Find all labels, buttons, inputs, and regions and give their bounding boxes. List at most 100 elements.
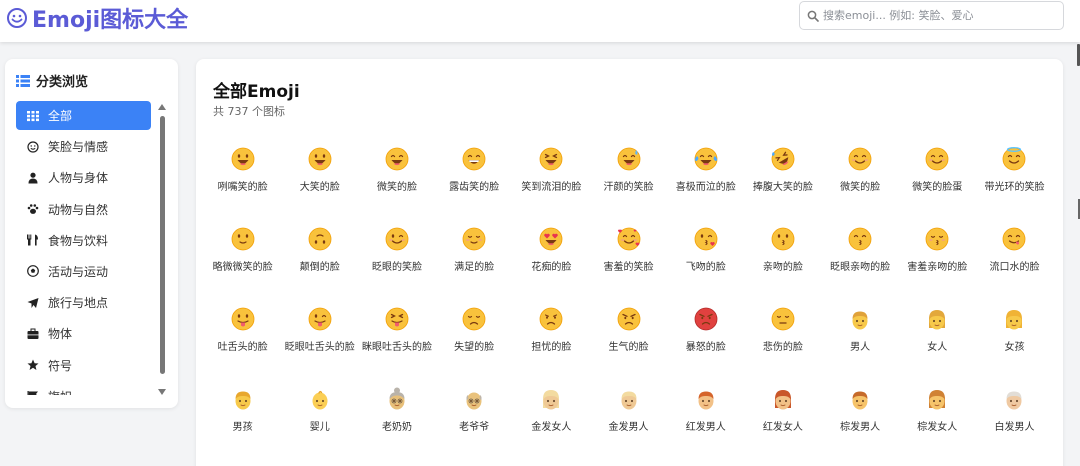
emoji-item[interactable]: 喜极而泣的脸 bbox=[667, 147, 744, 227]
emoji-item[interactable]: 花痴的脸 bbox=[513, 227, 590, 307]
sidebar-item[interactable]: 符号 bbox=[16, 351, 151, 380]
emoji-item[interactable]: 带光环的笑脸 bbox=[976, 147, 1053, 227]
emoji-item[interactable]: 害羞亲吻的脸 bbox=[899, 227, 976, 307]
utensils-icon bbox=[27, 234, 38, 246]
emoji-label: 男人 bbox=[850, 342, 871, 353]
emoji-item[interactable]: 颠倒的脸 bbox=[281, 227, 358, 307]
emoji-item[interactable]: 微笑的脸 bbox=[358, 147, 435, 227]
slightly-smiling-face-icon bbox=[231, 227, 254, 251]
emoji-item[interactable]: 微笑的脸 bbox=[822, 147, 899, 227]
emoji-item[interactable]: 眯眼吐舌头的脸 bbox=[358, 307, 435, 387]
face-with-tongue-icon bbox=[231, 307, 254, 331]
emoji-label: 满足的脸 bbox=[454, 262, 495, 273]
emoji-label: 男孩 bbox=[232, 422, 253, 433]
sidebar-item[interactable]: 动物与自然 bbox=[16, 195, 151, 224]
emoji-item[interactable]: 微笑的脸蛋 bbox=[899, 147, 976, 227]
sidebar-item[interactable]: 食物与饮料 bbox=[16, 226, 151, 255]
emoji-label: 微笑的脸 bbox=[376, 182, 417, 193]
emoji-label: 眯眼吐舌头的脸 bbox=[361, 342, 432, 353]
emoji-item[interactable]: 眨眼亲吻的脸 bbox=[822, 227, 899, 307]
sidebar-item-label: 笑脸与情感 bbox=[48, 140, 109, 155]
boy-icon bbox=[235, 391, 251, 410]
disappointed-face-icon bbox=[462, 307, 486, 331]
emoji-item[interactable]: 害羞的笑脸 bbox=[590, 227, 667, 307]
emoji-item[interactable]: 生气的脸 bbox=[590, 307, 667, 387]
emoji-item[interactable]: 满足的脸 bbox=[436, 227, 513, 307]
emoji-item[interactable]: 失望的脸 bbox=[436, 307, 513, 387]
blond-woman-icon bbox=[543, 390, 560, 410]
emoji-item[interactable]: 笑到流泪的脸 bbox=[513, 147, 590, 227]
face-blowing-kiss-icon bbox=[694, 227, 718, 251]
emoji-item[interactable]: 棕发女人 bbox=[899, 387, 976, 466]
emoji-item[interactable]: 男孩 bbox=[204, 387, 281, 466]
brown-haired-woman-icon bbox=[929, 390, 946, 410]
emoji-item[interactable]: 亲吻的脸 bbox=[744, 227, 821, 307]
sidebar-item[interactable]: 人物与身体 bbox=[16, 163, 151, 192]
emoji-item[interactable]: 红发女人 bbox=[744, 387, 821, 466]
heart-eyes-face-icon bbox=[539, 227, 563, 251]
site-logo[interactable]: Emoji图标大全 bbox=[6, 4, 188, 33]
emoji-item[interactable]: 白发男人 bbox=[976, 387, 1053, 466]
emoji-label: 悲伤的脸 bbox=[762, 342, 803, 353]
emoji-item[interactable]: 略微微笑的脸 bbox=[204, 227, 281, 307]
sidebar-item[interactable]: 物体 bbox=[16, 319, 151, 348]
emoji-item[interactable]: 流口水的脸 bbox=[976, 227, 1053, 307]
emoji-item[interactable]: 金发男人 bbox=[590, 387, 667, 466]
emoji-label: 女人 bbox=[927, 342, 948, 353]
sidebar-item[interactable]: 活动与运动 bbox=[16, 257, 151, 286]
emoji-item[interactable]: 老奶奶 bbox=[358, 387, 435, 466]
winking-face-icon bbox=[385, 227, 409, 251]
emoji-item[interactable]: 捧腹大笑的脸 bbox=[744, 147, 821, 227]
grinning-face-smiling-eyes-icon bbox=[385, 147, 409, 171]
scroll-up-arrow[interactable] bbox=[158, 104, 166, 110]
plane-icon bbox=[27, 297, 39, 308]
emoji-label: 眨眼的笑脸 bbox=[371, 262, 422, 273]
emoji-item[interactable]: 金发女人 bbox=[513, 387, 590, 466]
search-icon bbox=[807, 10, 819, 22]
emoji-item[interactable]: 咧嘴笑的脸 bbox=[204, 147, 281, 227]
emoji-item[interactable]: 担忧的脸 bbox=[513, 307, 590, 387]
emoji-item[interactable]: 吐舌头的脸 bbox=[204, 307, 281, 387]
sidebar-item[interactable]: 旅行与地点 bbox=[16, 288, 151, 317]
emoji-item[interactable]: 红发男人 bbox=[667, 387, 744, 466]
emoji-item[interactable]: 眨眼吐舌头的脸 bbox=[281, 307, 358, 387]
red-haired-man-icon bbox=[698, 391, 714, 410]
sidebar-item[interactable]: 旗帜 bbox=[16, 382, 151, 395]
blond-man-icon bbox=[621, 391, 637, 410]
emoji-label: 吐舌头的脸 bbox=[217, 342, 268, 353]
search-box[interactable] bbox=[799, 1, 1064, 30]
sidebar-item[interactable]: 笑脸与情感 bbox=[16, 132, 151, 161]
beaming-face-icon bbox=[462, 147, 486, 171]
emoji-item[interactable]: 飞吻的脸 bbox=[667, 227, 744, 307]
emoji-item[interactable]: 女孩 bbox=[976, 307, 1053, 387]
emoji-item[interactable]: 老爷爷 bbox=[436, 387, 513, 466]
smile-icon bbox=[27, 141, 39, 153]
emoji-item[interactable]: 婴儿 bbox=[281, 387, 358, 466]
emoji-label: 眨眼吐舌头的脸 bbox=[284, 342, 355, 353]
emoji-label: 大笑的脸 bbox=[299, 182, 340, 193]
emoji-item[interactable]: 暴怒的脸 bbox=[667, 307, 744, 387]
emoji-item[interactable]: 女人 bbox=[899, 307, 976, 387]
emoji-item[interactable]: 悲伤的脸 bbox=[744, 307, 821, 387]
search-input[interactable] bbox=[823, 9, 1059, 22]
emoji-label: 花痴的脸 bbox=[531, 262, 572, 273]
grinning-face-icon bbox=[231, 147, 254, 171]
scroll-down-arrow[interactable] bbox=[158, 389, 166, 395]
enraged-face-icon bbox=[694, 307, 718, 331]
grinning-squinting-face-icon bbox=[539, 147, 563, 171]
emoji-item[interactable]: 汗颜的笑脸 bbox=[590, 147, 667, 227]
emoji-label: 害羞的笑脸 bbox=[603, 262, 654, 273]
sidebar-scrollbar-thumb[interactable] bbox=[160, 116, 165, 374]
emoji-item[interactable]: 大笑的脸 bbox=[281, 147, 358, 227]
emoji-item[interactable]: 男人 bbox=[822, 307, 899, 387]
flag-icon bbox=[27, 391, 38, 395]
smile-logo-icon bbox=[7, 8, 27, 28]
emoji-item[interactable]: 眨眼的笑脸 bbox=[358, 227, 435, 307]
emoji-item[interactable]: 露齿笑的脸 bbox=[436, 147, 513, 227]
sidebar-item[interactable]: 全部 bbox=[16, 101, 151, 130]
sidebar-item-label: 旗帜 bbox=[48, 388, 72, 395]
kissing-face-icon bbox=[771, 227, 795, 251]
emoji-item[interactable]: 棕发男人 bbox=[822, 387, 899, 466]
emoji-label: 生气的脸 bbox=[608, 342, 649, 353]
sidebar-item-label: 活动与运动 bbox=[48, 264, 109, 279]
